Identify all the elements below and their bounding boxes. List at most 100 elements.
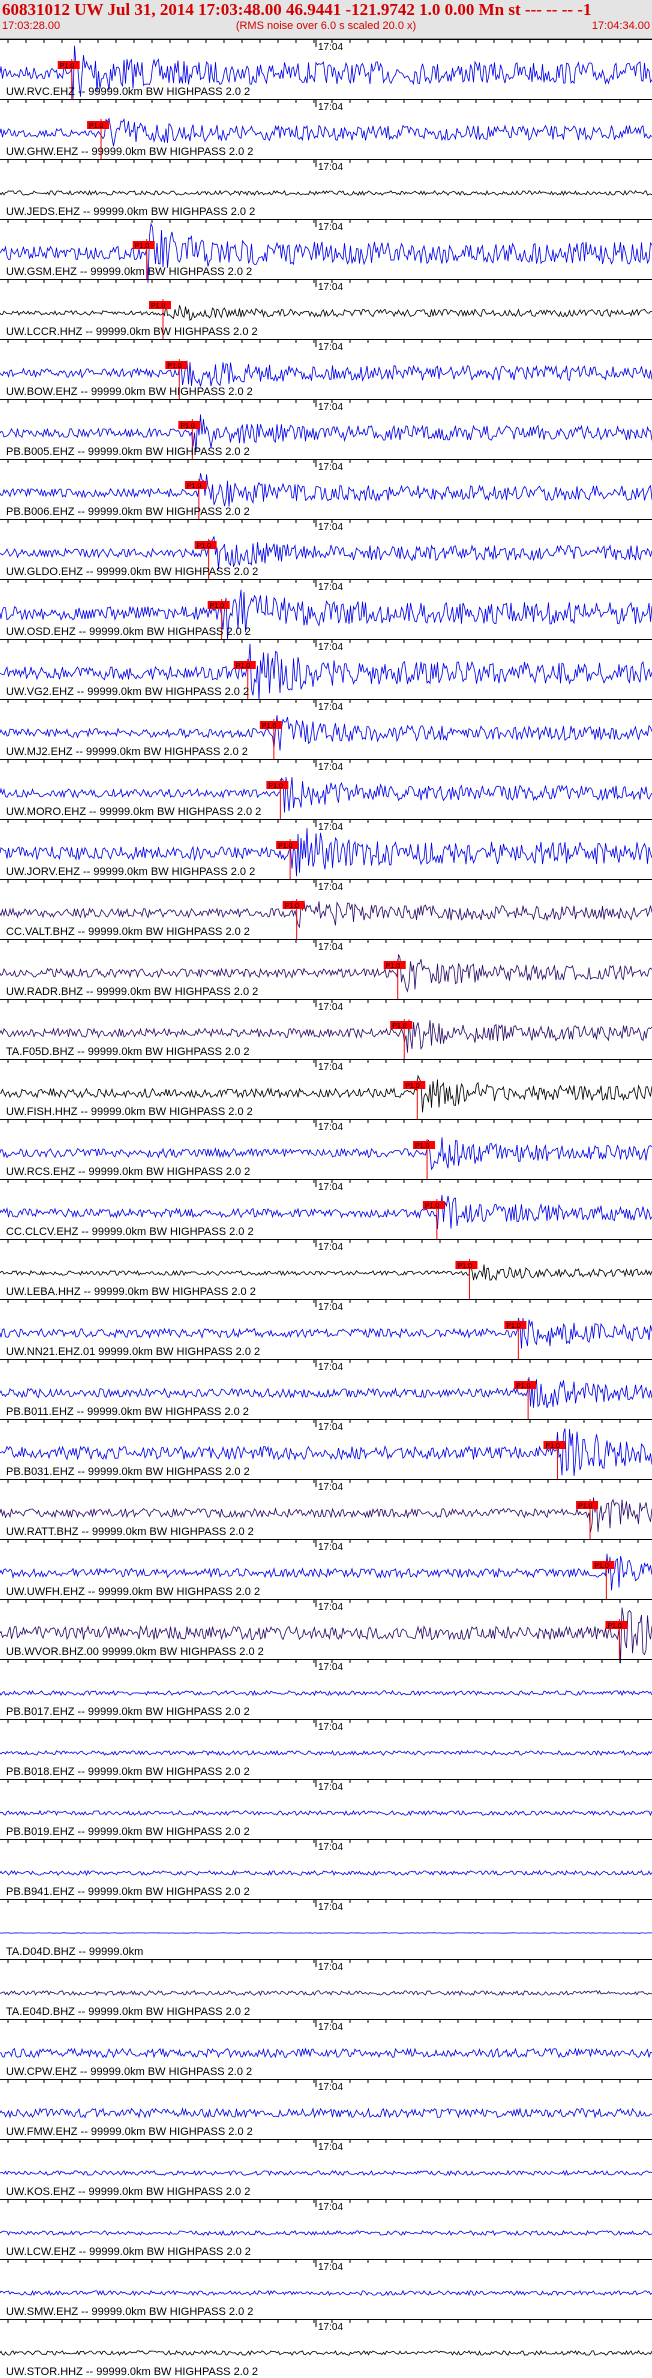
channel-row: 17:04 P1.0 UW.GSM.EHZ -- 99999.0km BW HIGH… (0, 219, 652, 283)
channel-row: 17:04 P1.0 UW.RVC.EHZ -- 99999.0km BW HIGH… (0, 39, 652, 99)
pick-label: P1.0 (425, 1203, 440, 1210)
record-header: 60831012 UW Jul 31, 2014 17:03:48.00 46.… (0, 0, 652, 39)
channel-row: 17:04 PB.B017.EHZ -- 99999.0km BW HIGHPAS… (0, 1659, 652, 1718)
center-time-label: 17:04 (318, 1482, 343, 1493)
waveform-trace (0, 360, 652, 387)
channel-row: 17:04 P1.0 UW.NN21.EHZ.01 99999.0km BW HIG… (0, 1299, 652, 1359)
center-time-label: 17:04 (318, 1002, 343, 1013)
channel-label: TA.E04D.BHZ -- 99999.0km BW HIGHPASS 2.0… (6, 2006, 250, 2018)
channel-row: 17:04 P1.0 UW.FISH.HHZ -- 99999.0km BW HIG… (0, 1059, 652, 1119)
channel-row: 17:04 P1.0 UW.RATT.BHZ -- 99999.0km BW HIG… (0, 1479, 652, 1539)
channel-label: UW.MJ2.EHZ -- 99999.0km BW HIGHPASS 2.0 … (6, 746, 248, 758)
channel-row: 17:04 P1.0 TA.F05D.BHZ -- 99999.0km BW HIG… (0, 999, 652, 1059)
seismogram-panel: 17:04 P1.0 UW.RVC.EHZ -- 99999.0km BW HIGH… (0, 39, 652, 2378)
channel-row: 17:04 UW.STOR.HHZ -- 99999.0km BW HIGHPAS… (0, 2319, 652, 2378)
center-time-label: 17:04 (318, 1902, 343, 1913)
channel-label: CC.VALT.BHZ -- 99999.0km BW HIGHPASS 2.0… (6, 926, 250, 938)
waveform-trace (0, 2047, 652, 2059)
center-time-label: 17:04 (318, 1662, 343, 1673)
event-title: 60831012 UW Jul 31, 2014 17:03:48.00 46.… (2, 0, 592, 19)
channel-row: 17:04 P1.0 UW.GHW.EHZ -- 99999.0km BW HIGH… (0, 99, 652, 159)
channel-label: UW.CPW.EHZ -- 99999.0km BW HIGHPASS 2.0 … (6, 2066, 252, 2078)
center-time-label: 17:04 (318, 1842, 343, 1853)
pick-label: P1.0 (167, 363, 182, 370)
pick-label: P1.0 (457, 1263, 472, 1270)
channel-row: 17:04 P1.0 UW.JORV.EHZ -- 99999.0km BW HIG… (0, 819, 652, 879)
channel-row: 17:04 UW.JEDS.EHZ -- 99999.0km BW HIGHPAS… (0, 159, 652, 218)
channel-row: 17:04 PB.B018.EHZ -- 99999.0km BW HIGHPAS… (0, 1719, 652, 1778)
center-time-label: 17:04 (318, 2322, 343, 2333)
center-time-label: 17:04 (318, 402, 343, 413)
channel-label: PB.B005.EHZ -- 99999.0km BW HIGHPASS 2.0… (6, 446, 250, 458)
waveform-trace (0, 1869, 652, 1877)
waveform-trace (0, 1809, 652, 1817)
channel-row: 17:04 P1.0 UW.LEBA.HHZ -- 99999.0km BW HIG… (0, 1239, 652, 1299)
channel-row: 17:04 TA.E04D.BHZ -- 99999.0km BW HIGHPAS… (0, 1959, 652, 2018)
center-time-label: 17:04 (318, 1602, 343, 1613)
pick-label: P1.0 (285, 903, 300, 910)
channel-row: 17:04 P1.0 UW.BOW.EHZ -- 99999.0km BW HIGH… (0, 339, 652, 399)
center-time-label: 17:04 (318, 1062, 343, 1073)
channel-label: TA.F05D.BHZ -- 99999.0km BW HIGHPASS 2.0… (6, 1046, 250, 1058)
channel-row: 17:04 UW.FMW.EHZ -- 99999.0km BW HIGHPASS… (0, 2079, 652, 2138)
center-time-label: 17:04 (318, 822, 343, 833)
waveform-trace (0, 1137, 652, 1171)
waveform-trace (0, 2169, 652, 2177)
channel-label: UW.KOS.EHZ -- 99999.0km BW HIGHPASS 2.0 … (6, 2186, 250, 2198)
pick-label: P1.0 (516, 1383, 531, 1390)
center-time-label: 17:04 (318, 1182, 343, 1193)
center-time-label: 17:04 (318, 1302, 343, 1313)
channel-label: UW.LCW.EHZ -- 99999.0km BW HIGHPASS 2.0 … (6, 2246, 251, 2258)
channel-label: PB.B018.EHZ -- 99999.0km BW HIGHPASS 2.0… (6, 1766, 250, 1778)
pick-label: P1.0 (506, 1323, 521, 1330)
channel-row: 17:04 P1.0 UW.MJ2.EHZ -- 99999.0km BW HIGH… (0, 699, 652, 759)
center-time-label: 17:04 (318, 342, 343, 353)
channel-label: UW.RVC.EHZ -- 99999.0km BW HIGHPASS 2.0 … (6, 86, 250, 98)
pick-label: P1.0 (210, 603, 225, 610)
channel-label: UW.FMW.EHZ -- 99999.0km BW HIGHPASS 2.0 … (6, 2126, 253, 2138)
waveform-trace (0, 1689, 652, 1697)
channel-label: CC.CLCV.EHZ -- 99999.0km BW HIGHPASS 2.0… (6, 1226, 254, 1238)
pick-label: P1.0 (594, 1563, 609, 1570)
center-time-label: 17:04 (318, 1122, 343, 1133)
center-time-label: 17:04 (318, 942, 343, 953)
pick-label: P1.0 (262, 723, 277, 730)
center-time-label: 17:04 (318, 462, 343, 473)
center-time-label: 17:04 (318, 1782, 343, 1793)
channel-label: UW.RATT.BHZ -- 99999.0km BW HIGHPASS 2.0… (6, 1526, 254, 1538)
pick-label: P1.0 (268, 783, 283, 790)
pick-label: P1.0 (278, 843, 293, 850)
center-time-label: 17:04 (318, 42, 343, 53)
pick-label: P1.0 (180, 423, 195, 430)
pick-label: P1.0 (405, 1083, 420, 1090)
channel-row: 17:04 P1.0 PB.B031.EHZ -- 99999.0km BW HIG… (0, 1419, 652, 1479)
pick-label: P1.0 (236, 663, 251, 670)
channel-row: 17:04 P1.0 UB.WVOR.BHZ.00 99999.0km BW HIG… (0, 1599, 652, 1664)
channel-row: 17:04 P1.0 CC.CLCV.EHZ -- 99999.0km BW HIG… (0, 1179, 652, 1239)
waveform-trace (0, 1377, 652, 1409)
channel-label: UW.SMW.EHZ -- 99999.0km BW HIGHPASS 2.0 … (6, 2306, 253, 2318)
center-time-label: 17:04 (318, 2202, 343, 2213)
channel-label: UW.LEBA.HHZ -- 99999.0km BW HIGHPASS 2.0… (6, 1286, 256, 1298)
channel-label: UW.FISH.HHZ -- 99999.0km BW HIGHPASS 2.0… (6, 1106, 253, 1118)
center-time-label: 17:04 (318, 2022, 343, 2033)
channel-row: 17:04 PB.B019.EHZ -- 99999.0km BW HIGHPAS… (0, 1779, 652, 1838)
channel-row: 17:04 P1.0 UW.MORO.EHZ -- 99999.0km BW HIG… (0, 759, 652, 819)
channel-label: UW.BOW.EHZ -- 99999.0km BW HIGHPASS 2.0 … (6, 386, 253, 398)
pick-label: P1.0 (392, 1023, 407, 1030)
center-time-label: 17:04 (318, 642, 343, 653)
center-time-label: 17:04 (318, 1962, 343, 1973)
pick-label: P1.0 (187, 483, 202, 490)
center-time-label: 17:04 (318, 2142, 343, 2153)
channel-label: UW.UWFH.EHZ -- 99999.0km BW HIGHPASS 2.0… (6, 1586, 260, 1598)
waveform-trace (0, 2349, 652, 2357)
waveform-trace (0, 1990, 652, 1997)
pick-label: P1.0 (607, 1623, 622, 1630)
center-time-label: 17:04 (318, 1542, 343, 1553)
channel-label: PB.B941.EHZ -- 99999.0km BW HIGHPASS 2.0… (6, 1886, 250, 1898)
channel-label: UW.JORV.EHZ -- 99999.0km BW HIGHPASS 2.0… (6, 866, 255, 878)
waveform-trace (0, 1553, 652, 1591)
center-time-label: 17:04 (318, 2262, 343, 2273)
channel-label: UW.RCS.EHZ -- 99999.0km BW HIGHPASS 2.0 … (6, 1166, 250, 1178)
scaling-note: (RMS noise over 6.0 s scaled 20.0 x) (235, 20, 417, 32)
